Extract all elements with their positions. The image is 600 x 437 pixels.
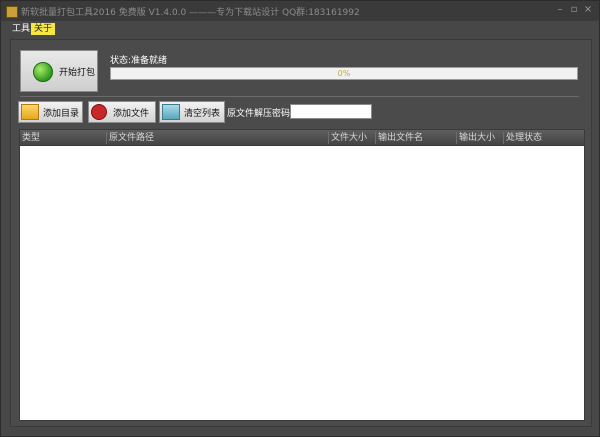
clear-list-icon (162, 104, 180, 120)
add-directory-label: 添加目录 (43, 109, 80, 119)
add-file-label: 添加文件 (113, 109, 150, 119)
add-directory-button[interactable]: 添加目录 (18, 101, 83, 123)
app-icon (6, 6, 18, 18)
clear-list-button[interactable]: 清空列表 (159, 101, 225, 123)
status-text: 状态:准备就绪 (110, 56, 168, 66)
start-pack-label: 开始打包 (59, 68, 96, 78)
col-file-size[interactable]: 文件大小 (328, 132, 375, 144)
table-body[interactable] (20, 146, 584, 420)
main-panel: 开始打包 状态:准备就绪 0% 添加目录 添加文件 清空列表 原文件解压密码 类… (10, 39, 592, 427)
close-button[interactable]: × (582, 4, 594, 15)
file-table: 类型 原文件路径 文件大小 输出文件名 输出大小 处理状态 (19, 129, 585, 421)
start-icon (33, 62, 53, 82)
menu-bar: 工具 关于 (1, 21, 599, 37)
title-bar: 新软批量打包工具2016 免费版 V1.4.0.0 ———专为下载站设计 QQ群… (1, 1, 599, 21)
minimize-button[interactable]: – (554, 4, 566, 15)
file-icon (91, 104, 107, 120)
password-label: 原文件解压密码 (227, 109, 291, 119)
progress-bar: 0% (110, 67, 578, 80)
menu-about[interactable]: 关于 (31, 23, 56, 35)
col-source-path[interactable]: 原文件路径 (106, 132, 328, 144)
password-input[interactable] (290, 104, 372, 119)
col-output-name[interactable]: 输出文件名 (375, 132, 456, 144)
window-title: 新软批量打包工具2016 免费版 V1.4.0.0 ———专为下载站设计 QQ群… (21, 8, 360, 18)
progress-percent: 0% (337, 69, 351, 78)
start-pack-button[interactable]: 开始打包 (20, 50, 98, 92)
folder-icon (21, 104, 39, 120)
main-window: 新软批量打包工具2016 免费版 V1.4.0.0 ———专为下载站设计 QQ群… (0, 0, 600, 437)
clear-list-label: 清空列表 (184, 109, 221, 119)
table-header: 类型 原文件路径 文件大小 输出文件名 输出大小 处理状态 (20, 130, 584, 146)
menu-tools[interactable]: 工具 (9, 23, 33, 35)
maximize-button[interactable]: ▫ (568, 4, 580, 15)
divider (20, 96, 579, 97)
col-type[interactable]: 类型 (20, 132, 106, 144)
col-status[interactable]: 处理状态 (503, 132, 567, 144)
col-output-size[interactable]: 输出大小 (456, 132, 503, 144)
add-file-button[interactable]: 添加文件 (88, 101, 156, 123)
